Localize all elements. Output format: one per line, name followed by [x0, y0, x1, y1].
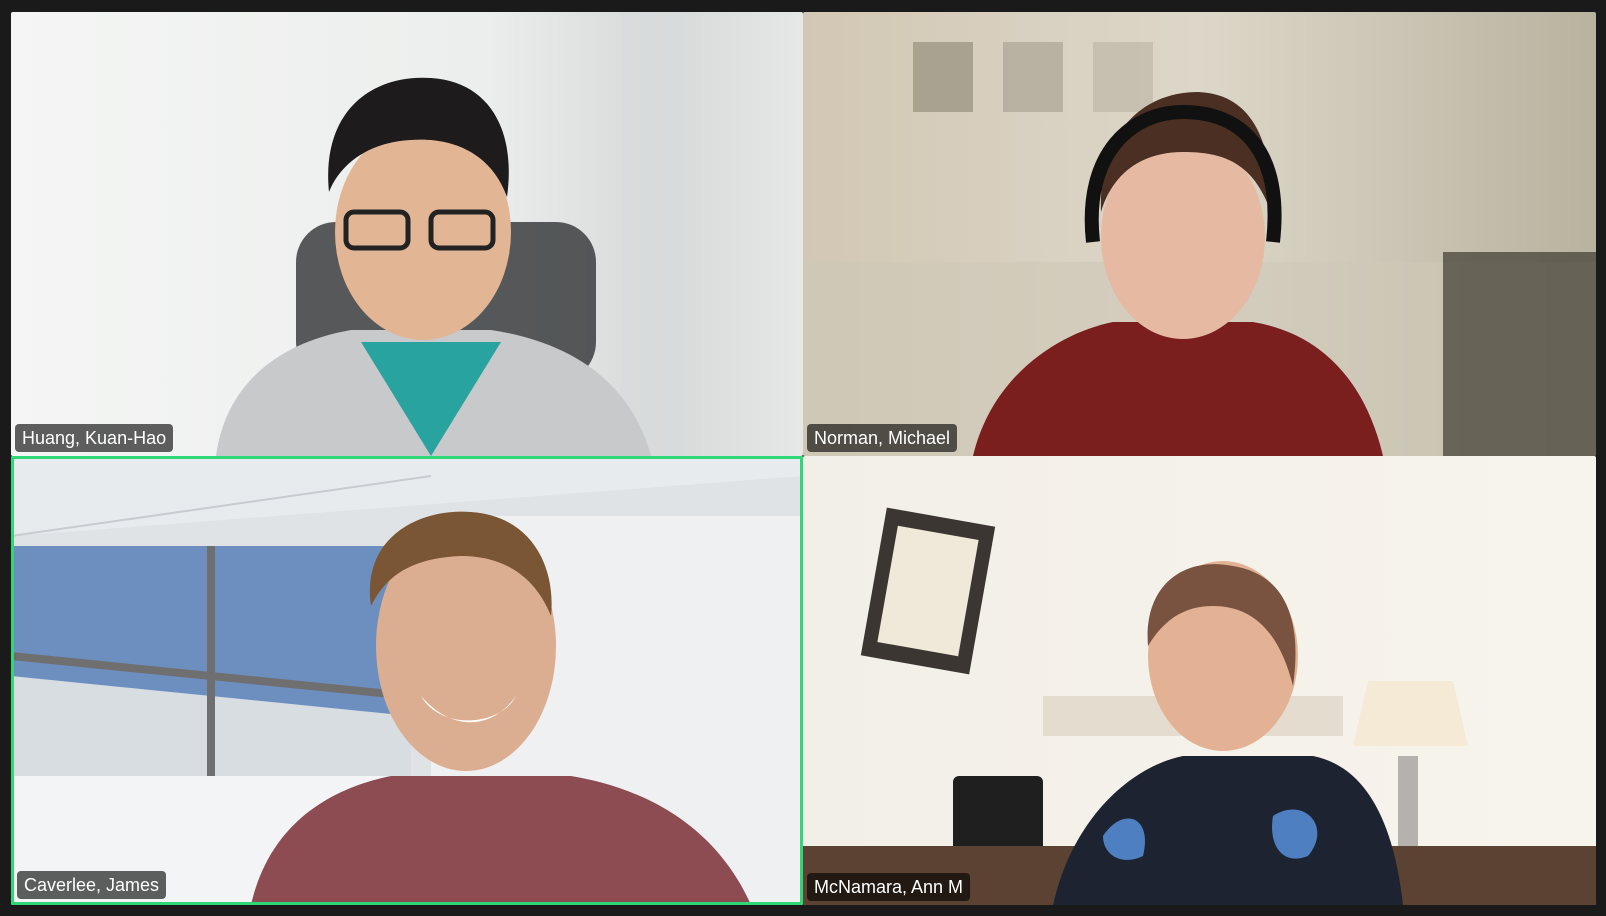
participant-tile-huang[interactable]: Huang, Kuan-Hao [11, 12, 803, 456]
participant-video-feed [803, 456, 1596, 905]
participant-name-label: Norman, Michael [807, 424, 958, 452]
participant-tile-mcnamara[interactable]: McNamara, Ann M [803, 456, 1596, 905]
video-meeting-window: Huang, Kuan-Hao Norman, Michael Caverlee… [0, 0, 1606, 916]
participant-tile-norman[interactable]: Norman, Michael [803, 12, 1596, 456]
participant-tile-caverlee[interactable]: Caverlee, James [11, 456, 803, 905]
participant-name-label: Caverlee, James [17, 871, 167, 899]
participant-video-feed [11, 456, 803, 905]
participant-video-feed [11, 12, 803, 456]
participant-video-feed [803, 12, 1596, 456]
participant-name-label: Huang, Kuan-Hao [15, 424, 174, 452]
gallery-view-grid: Huang, Kuan-Hao Norman, Michael Caverlee… [11, 12, 1596, 905]
participant-name-label: McNamara, Ann M [807, 873, 971, 901]
